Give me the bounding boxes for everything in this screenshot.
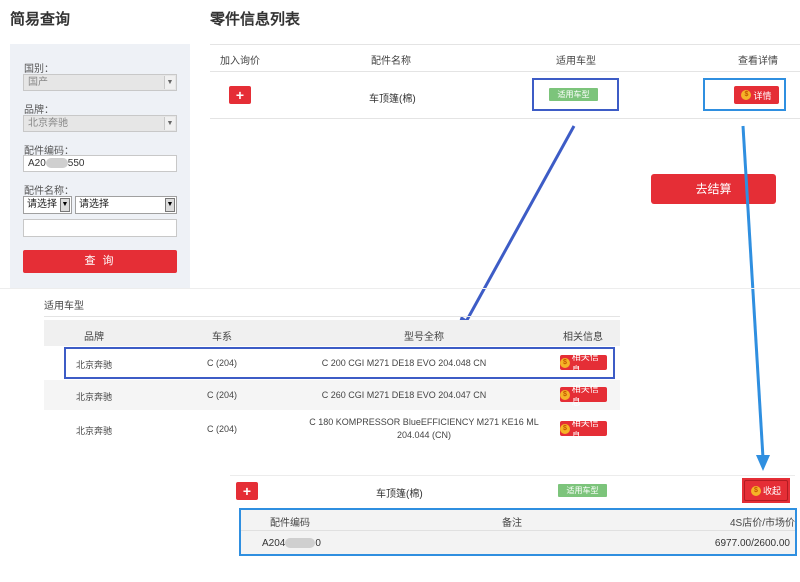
- expanded-part-row: + 车顶篷(棉) 适用车型 $ 收起: [230, 475, 795, 506]
- vehicle-model: C 260 CGI M271 DE18 EVO 204.047 CN: [321, 390, 487, 400]
- collapse-button[interactable]: $ 收起: [744, 480, 788, 501]
- vehicle-model: C 180 KOMPRESSOR BlueEFFICIENCY M271 KE1…: [309, 417, 539, 440]
- vehicle-series: C (204): [206, 390, 237, 400]
- related-info-button[interactable]: $ 相关信息: [560, 384, 607, 407]
- vehicle-popup-title: 适用车型: [44, 301, 84, 312]
- related-info-label: 相关信息: [571, 417, 599, 441]
- vehicle-series: C (204): [206, 424, 237, 434]
- arrow-head-detail: [756, 455, 770, 471]
- vehicle-row: 北京奔驰 C (204) C 260 CGI M271 DE18 EVO 204…: [44, 380, 620, 410]
- vehicle-row: 北京奔驰 C (204) C 180 KOMPRESSOR BlueEFFICI…: [44, 410, 620, 448]
- vehicle-badge[interactable]: 适用车型: [558, 484, 607, 497]
- arrow-line-to-detail: [741, 125, 765, 459]
- related-info-label: 相关信息: [571, 383, 599, 407]
- collapse-label: 收起: [762, 486, 781, 496]
- divider: [44, 316, 620, 317]
- section-divider: [0, 288, 800, 289]
- col-brand: 品牌: [84, 332, 104, 343]
- coin-icon: $: [560, 423, 570, 434]
- coin-icon: $: [560, 389, 570, 400]
- vehicle-row-highlight-box: [64, 347, 615, 379]
- related-info-button[interactable]: $ 相关信息: [560, 418, 607, 441]
- part-name-cell: 车顶篷(棉): [376, 489, 423, 500]
- detail-highlight-box: [239, 508, 797, 556]
- col-series: 车系: [212, 332, 232, 343]
- col-model: 型号全称: [404, 332, 444, 343]
- vehicle-brand: 北京奔驰: [75, 392, 112, 402]
- vehicle-brand: 北京奔驰: [75, 426, 112, 436]
- col-info: 相关信息: [563, 332, 603, 343]
- arrow-line-to-vehicle: [460, 125, 576, 330]
- coin-icon: $: [750, 485, 761, 496]
- add-inquiry-button[interactable]: +: [236, 482, 258, 500]
- vehicle-table-header: 品牌 车系 型号全称 相关信息: [44, 320, 620, 346]
